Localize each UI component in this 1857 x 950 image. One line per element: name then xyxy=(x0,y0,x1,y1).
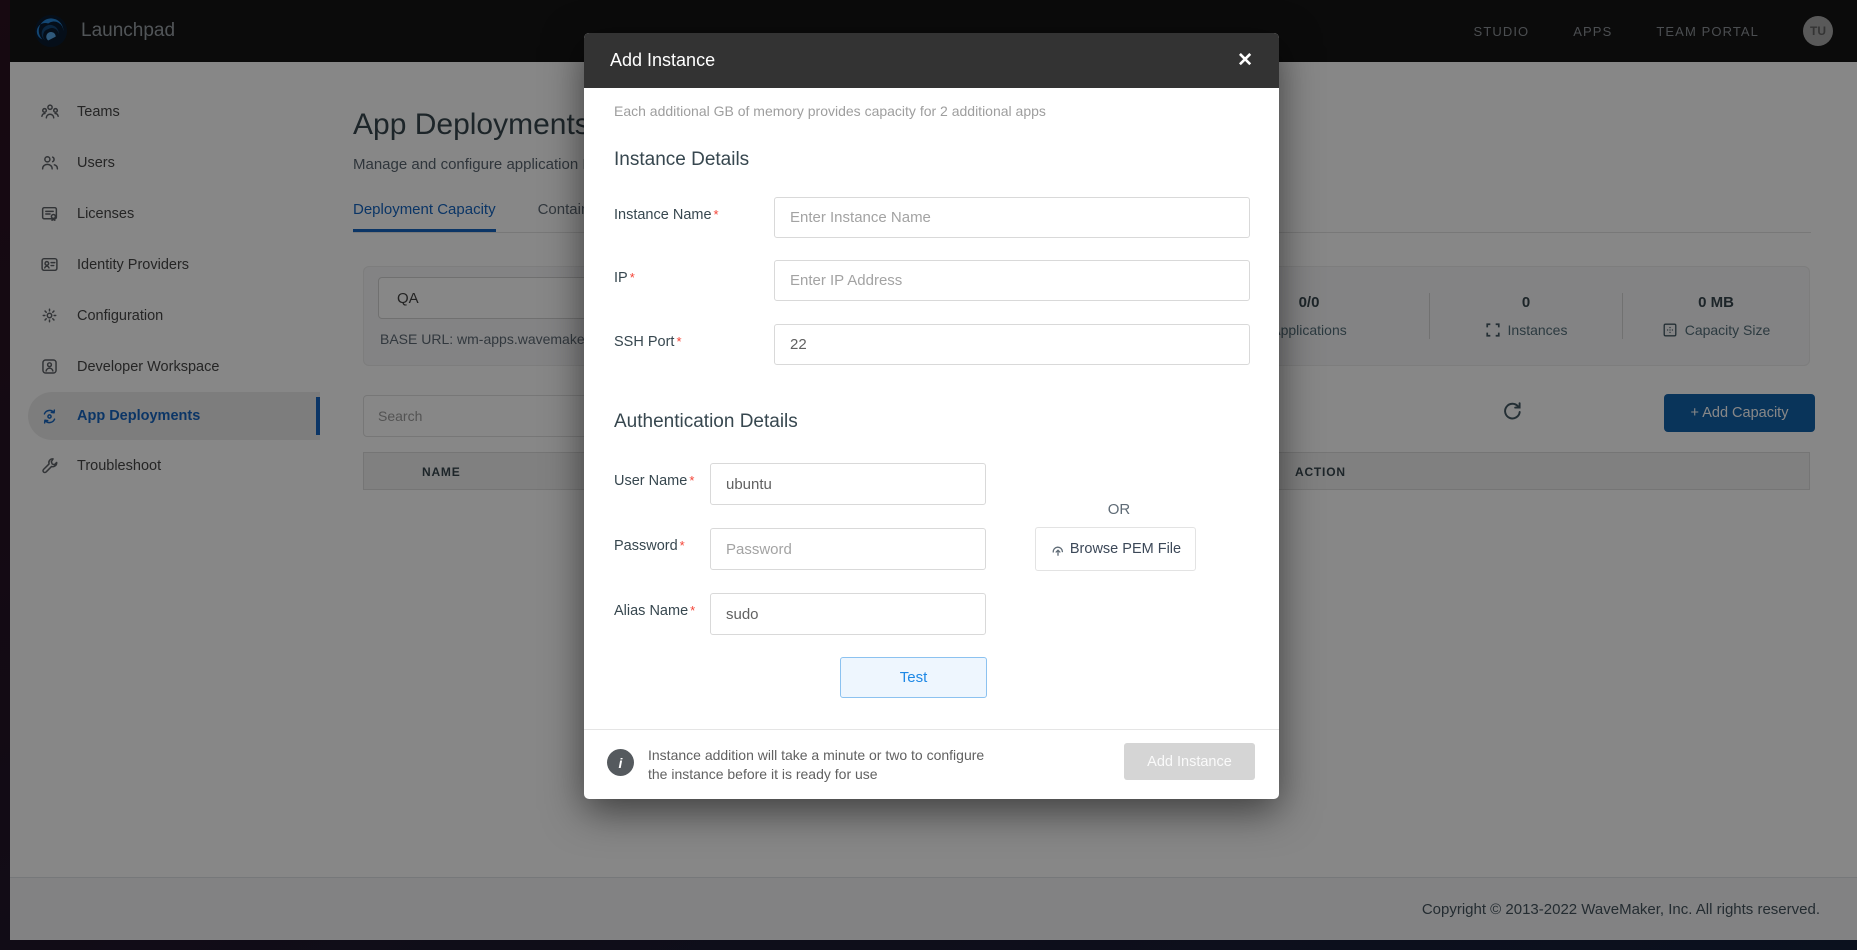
user-name-label: User Name* xyxy=(614,473,694,489)
password-input[interactable] xyxy=(710,528,986,570)
modal-title: Add Instance xyxy=(610,50,715,71)
required-asterisk: * xyxy=(689,473,694,488)
section-authentication-details: Authentication Details xyxy=(614,411,798,433)
required-asterisk: * xyxy=(690,603,695,618)
required-asterisk: * xyxy=(680,538,685,553)
add-instance-button[interactable]: Add Instance xyxy=(1124,743,1255,780)
instance-name-input[interactable] xyxy=(774,197,1250,238)
ssh-port-label: SSH Port* xyxy=(614,334,682,350)
or-separator: OR xyxy=(1089,501,1149,518)
instance-name-label: Instance Name* xyxy=(614,207,719,223)
required-asterisk: * xyxy=(630,270,635,285)
alias-name-input[interactable] xyxy=(710,593,986,635)
info-icon: i xyxy=(607,749,634,776)
upload-icon xyxy=(1050,541,1066,557)
close-icon[interactable]: ✕ xyxy=(1237,51,1253,70)
test-button[interactable]: Test xyxy=(840,657,987,698)
browse-pem-button[interactable]: Browse PEM File xyxy=(1035,527,1196,571)
required-asterisk: * xyxy=(714,207,719,222)
password-label: Password* xyxy=(614,538,685,554)
ip-input[interactable] xyxy=(774,260,1250,301)
browse-pem-label: Browse PEM File xyxy=(1070,541,1181,557)
add-instance-modal: Add Instance ✕ Each additional GB of mem… xyxy=(584,33,1279,799)
section-instance-details: Instance Details xyxy=(614,149,749,171)
required-asterisk: * xyxy=(676,334,681,349)
user-name-input[interactable] xyxy=(710,463,986,505)
memory-note: Each additional GB of memory provides ca… xyxy=(614,103,1046,119)
ssh-port-input[interactable] xyxy=(774,324,1250,365)
screen: Launchpad STUDIO APPS TEAM PORTAL TU Tea… xyxy=(0,0,1857,950)
instance-addition-note: Instance addition will take a minute or … xyxy=(648,746,984,784)
modal-footer: i Instance addition will take a minute o… xyxy=(584,729,1279,799)
modal-header: Add Instance ✕ xyxy=(584,33,1279,88)
alias-name-label: Alias Name* xyxy=(614,603,695,619)
ip-label: IP* xyxy=(614,270,635,286)
